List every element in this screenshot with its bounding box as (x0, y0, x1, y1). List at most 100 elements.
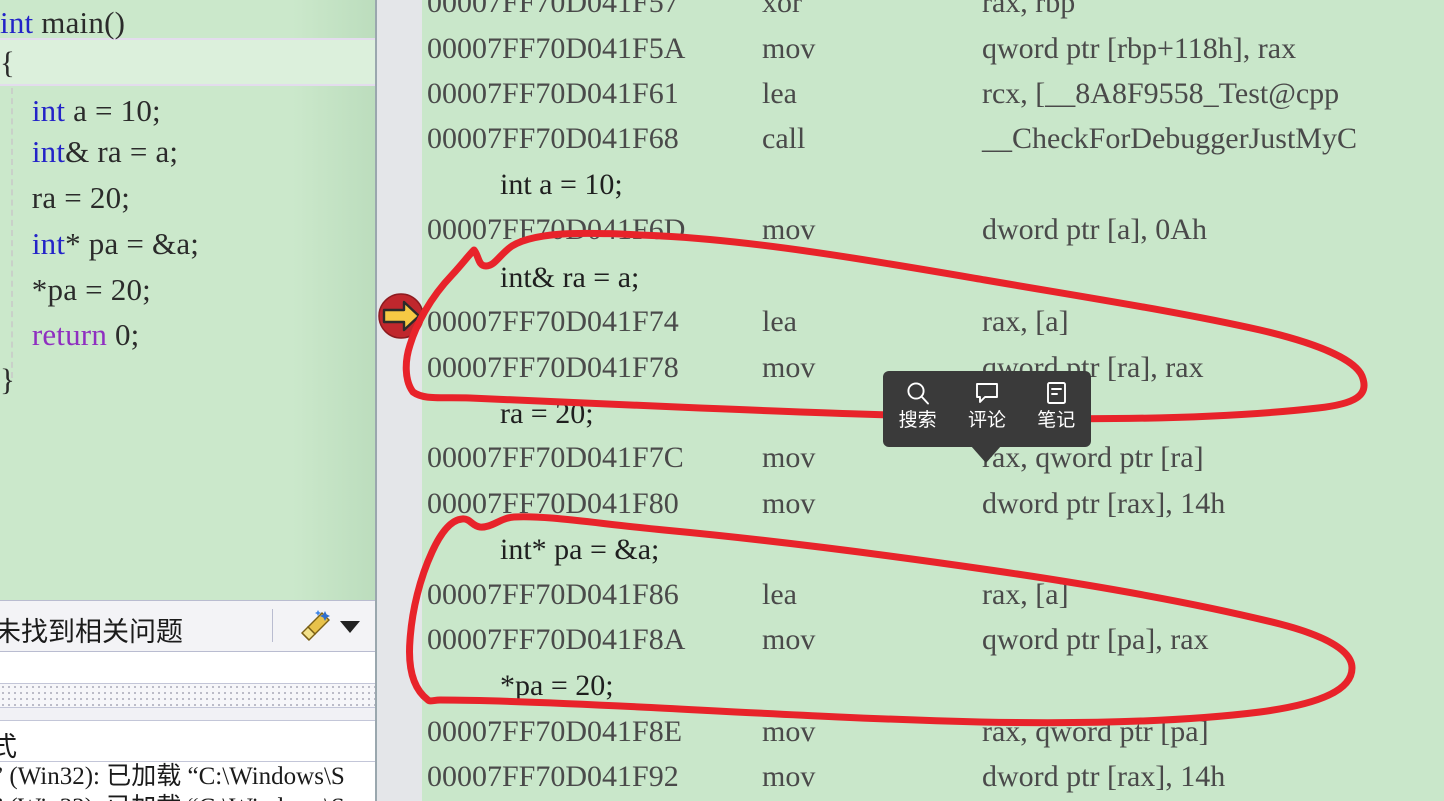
output-window-content[interactable]: ” (Win32): 已加载 “C:\Windows\S ” (Win32): 已… (0, 762, 375, 801)
instruction-operands: qword ptr [pa], rax (982, 623, 1209, 656)
toolbar-item-note[interactable]: 笔记 (1025, 380, 1087, 431)
error-list-toolbar[interactable]: 未找到相关问题 (0, 600, 375, 652)
source-line: return 0; (0, 312, 375, 358)
disassembly-gutter[interactable] (375, 0, 422, 801)
source-token: ra = 20; (0, 180, 131, 215)
disassembly-instruction-row[interactable]: 00007FF70D041F5A mov qword ptr [rbp+118h],… (422, 26, 1444, 71)
output-line: ” (Win32): 已加载 “C:\Windows\S (0, 763, 345, 790)
comment-icon (976, 383, 998, 403)
source-token: int (31, 134, 66, 169)
chevron-down-icon[interactable] (340, 621, 360, 633)
selection-toolbar[interactable]: 搜索 评论 笔记 (883, 371, 1091, 463)
source-token: int (31, 93, 66, 128)
instruction-mnemonic: lea (762, 305, 797, 338)
instruction-address: 00007FF70D041F74 (427, 305, 679, 338)
source-token (0, 317, 32, 352)
output-line: ” (Win32): 已加载 “C:\Windows\S (0, 793, 345, 801)
instruction-operands: dword ptr [rax], 14h (982, 487, 1226, 520)
disassembly-instruction-row[interactable]: 00007FF70D041F57 xor rax, rbp (422, 0, 1444, 25)
source-line: { (0, 40, 375, 86)
instruction-address: 00007FF70D041F61 (427, 77, 679, 110)
instruction-operands: rax, rbp (982, 0, 1076, 19)
source-line: *pa = 20; (0, 267, 375, 313)
instruction-address: 00007FF70D041F68 (427, 122, 679, 155)
search-icon (907, 382, 929, 405)
source-line: int a = 10; (0, 88, 375, 134)
instruction-mnemonic: mov (762, 441, 816, 474)
instruction-operands: rcx, [__8A8F9558_Test@cpp (982, 77, 1340, 110)
instruction-mnemonic: mov (762, 213, 816, 246)
disassembly-instruction-row[interactable]: 00007FF70D041F8E mov rax, qword ptr [pa] (422, 709, 1444, 754)
disassembly-source-row[interactable]: *pa = 20; (422, 663, 1444, 708)
disassembly-source-row[interactable]: int* pa = &a; (422, 527, 1444, 572)
disassembly-source-row[interactable]: int& ra = a; (422, 255, 1444, 300)
instruction-mnemonic: lea (762, 77, 797, 110)
disassembly-instruction-row[interactable]: 00007FF70D041F61 lea rcx, [__8A8F9558_Test… (422, 71, 1444, 116)
disassembly-source-text: int a = 10; (500, 168, 623, 201)
source-token: return (31, 317, 108, 352)
output-window-tab[interactable]: 式 (0, 720, 375, 763)
disassembly-instruction-row[interactable]: 00007FF70D041F6D mov dword ptr [a], 0Ah (422, 207, 1444, 252)
instruction-mnemonic: xor (762, 0, 802, 19)
disassembly-source-text: int& ra = a; (500, 261, 640, 294)
instruction-mnemonic: mov (762, 32, 816, 65)
source-token: main() (33, 5, 126, 40)
source-code-area[interactable]: int main() { int a = 10; int& ra = a; ra … (0, 0, 375, 600)
disassembly-instruction-row[interactable]: 00007FF70D041F92 mov dword ptr [rax], 14h (422, 754, 1444, 799)
instruction-address: 00007FF70D041F86 (427, 578, 679, 611)
source-token (0, 134, 32, 169)
instruction-mnemonic: mov (762, 351, 816, 384)
screenshot-root: int main() { int a = 10; int& ra = a; ra … (0, 0, 1444, 801)
instruction-address: 00007FF70D041F5A (427, 32, 686, 65)
toolbar-item-comment[interactable]: 评论 (956, 380, 1018, 431)
disassembly-instruction-row[interactable]: 00007FF70D041F80 mov dword ptr [rax], 14h (422, 481, 1444, 526)
disassembly-instruction-row[interactable]: 00007FF70D041F86 lea rax, [a] (422, 572, 1444, 617)
source-token: *pa = 20; (0, 272, 151, 307)
disassembly-instruction-row[interactable]: 00007FF70D041F8A mov qword ptr [pa], rax (422, 617, 1444, 662)
source-token: 0; (107, 317, 140, 352)
instruction-address: 00007FF70D041F80 (427, 487, 679, 520)
instruction-address: 00007FF70D041F92 (427, 760, 679, 793)
broom-icon[interactable] (298, 609, 334, 643)
instruction-address: 00007FF70D041F8A (427, 623, 686, 656)
instruction-address: 00007FF70D041F6D (427, 213, 686, 246)
toolbar-item-search[interactable]: 搜索 (887, 380, 949, 431)
source-token: int (0, 5, 34, 40)
note-icon (1047, 382, 1067, 404)
error-list-message: 未找到相关问题 (0, 617, 183, 648)
disassembly-source-text: int* pa = &a; (500, 533, 660, 566)
instruction-operands: rax, [a] (982, 305, 1069, 338)
instruction-address: 00007FF70D041F57 (427, 0, 679, 19)
toolbar-item-note-label: 笔记 (1037, 409, 1076, 431)
source-token: { (0, 45, 16, 80)
source-token: a = 10; (65, 93, 161, 128)
dotted-separator-strip (0, 684, 375, 708)
disassembly-instruction-row[interactable]: 00007FF70D041F74 lea rax, [a] (422, 299, 1444, 344)
source-editor-pane[interactable]: int main() { int a = 10; int& ra = a; ra … (0, 0, 375, 801)
instruction-operands: qword ptr [rbp+118h], rax (982, 32, 1297, 65)
instruction-operands: dword ptr [a], 0Ah (982, 213, 1207, 246)
source-token (0, 226, 32, 261)
instruction-mnemonic: mov (762, 623, 816, 656)
instruction-mnemonic: mov (762, 715, 816, 748)
source-token (0, 93, 32, 128)
instruction-mnemonic: mov (762, 487, 816, 520)
source-line: int& ra = a; (0, 129, 375, 175)
toolbar-item-comment-label: 评论 (967, 409, 1006, 431)
instruction-operands: __CheckForDebuggerJustMyC (982, 122, 1357, 155)
yellow-arrow-icon[interactable] (378, 293, 424, 339)
instruction-mnemonic: call (762, 122, 806, 155)
source-token: * pa = &a; (65, 226, 200, 261)
toolbar-item-search-label: 搜索 (898, 409, 937, 431)
instruction-operands: rax, [a] (982, 578, 1069, 611)
panel-gap (0, 708, 375, 720)
disassembly-instruction-row[interactable]: 00007FF70D041F68 call __CheckForDebuggerJu… (422, 116, 1444, 161)
disassembly-source-text: ra = 20; (500, 397, 594, 430)
instruction-address: 00007FF70D041F8E (427, 715, 683, 748)
instruction-address: 00007FF70D041F7C (427, 441, 684, 474)
source-line: ra = 20; (0, 175, 375, 221)
instruction-mnemonic: lea (762, 578, 797, 611)
source-line: int* pa = &a; (0, 221, 375, 267)
disassembly-source-text: *pa = 20; (500, 669, 614, 702)
disassembly-source-row[interactable]: int a = 10; (422, 162, 1444, 207)
